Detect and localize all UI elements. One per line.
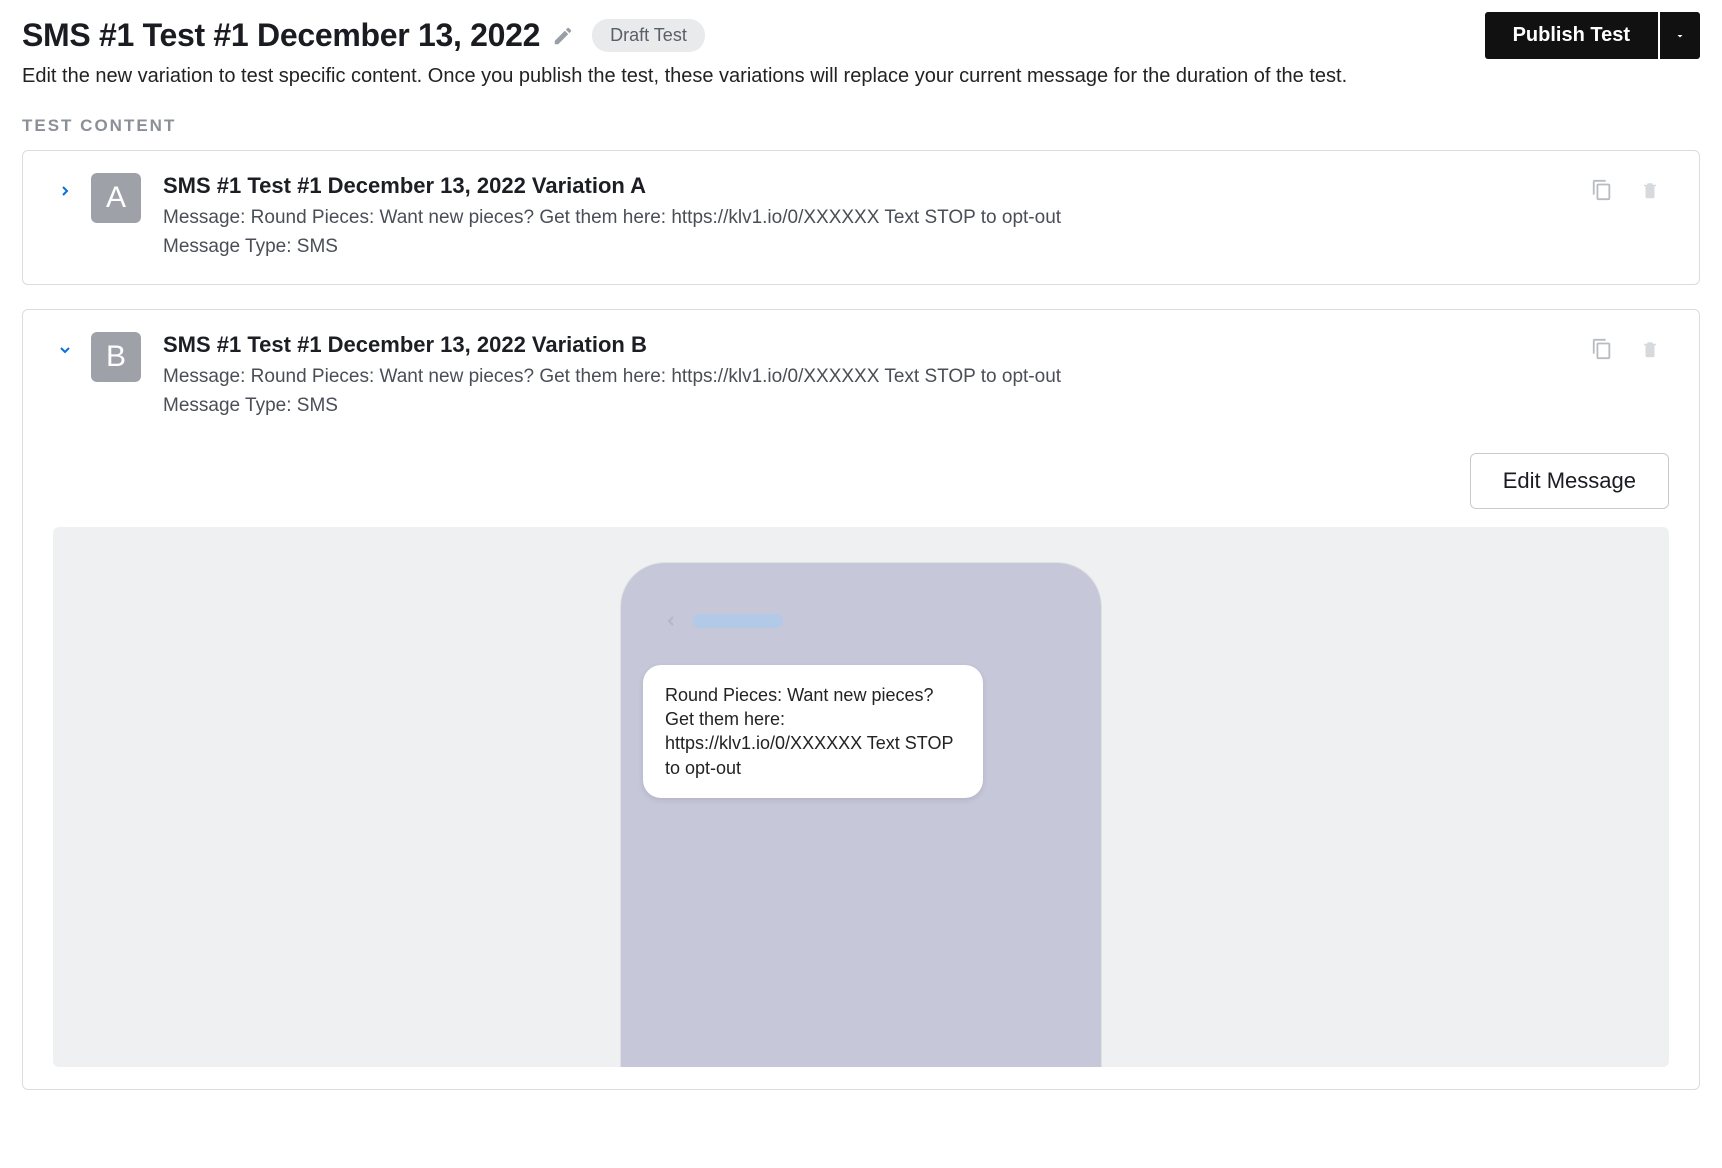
copy-icon[interactable] bbox=[1591, 179, 1613, 201]
variation-card-a: A SMS #1 Test #1 December 13, 2022 Varia… bbox=[22, 150, 1700, 285]
type-value: SMS bbox=[297, 236, 338, 257]
contact-pill bbox=[693, 614, 783, 628]
variation-card-b: B SMS #1 Test #1 December 13, 2022 Varia… bbox=[22, 309, 1700, 1090]
copy-icon[interactable] bbox=[1591, 338, 1613, 360]
variation-info: SMS #1 Test #1 December 13, 2022 Variati… bbox=[163, 332, 1591, 421]
caret-down-icon bbox=[1674, 30, 1686, 42]
chevron-down-icon[interactable] bbox=[53, 342, 77, 358]
type-label: Message Type: bbox=[163, 236, 297, 257]
message-label: Message: bbox=[163, 207, 251, 228]
message-label: Message: bbox=[163, 366, 251, 387]
edit-message-button[interactable]: Edit Message bbox=[1470, 453, 1669, 509]
variation-message-line: Message: Round Pieces: Want new pieces? … bbox=[163, 362, 1591, 391]
page-header: SMS #1 Test #1 December 13, 2022 Draft T… bbox=[22, 12, 1700, 59]
message-text: Round Pieces: Want new pieces? Get them … bbox=[251, 207, 1061, 228]
section-label: TEST CONTENT bbox=[22, 116, 1700, 136]
trash-icon[interactable] bbox=[1641, 179, 1659, 201]
variation-letter-badge: B bbox=[91, 332, 141, 382]
chevron-right-icon[interactable] bbox=[53, 183, 77, 199]
variation-letter-badge: A bbox=[91, 173, 141, 223]
variation-title: SMS #1 Test #1 December 13, 2022 Variati… bbox=[163, 173, 1591, 199]
variation-actions bbox=[1591, 179, 1659, 201]
variation-actions bbox=[1591, 338, 1659, 360]
status-badge: Draft Test bbox=[592, 19, 705, 52]
edit-button-row: Edit Message bbox=[53, 453, 1669, 509]
type-label: Message Type: bbox=[163, 395, 297, 416]
variation-header: B SMS #1 Test #1 December 13, 2022 Varia… bbox=[53, 332, 1669, 421]
phone-mockup: Round Pieces: Want new pieces? Get them … bbox=[621, 563, 1101, 1067]
phone-topbar bbox=[643, 613, 1079, 629]
publish-button[interactable]: Publish Test bbox=[1485, 12, 1658, 59]
title-block: SMS #1 Test #1 December 13, 2022 Draft T… bbox=[22, 17, 705, 54]
variation-type-line: Message Type: SMS bbox=[163, 391, 1591, 420]
page-title: SMS #1 Test #1 December 13, 2022 bbox=[22, 17, 540, 54]
type-value: SMS bbox=[297, 395, 338, 416]
variation-title: SMS #1 Test #1 December 13, 2022 Variati… bbox=[163, 332, 1591, 358]
sms-bubble: Round Pieces: Want new pieces? Get them … bbox=[643, 665, 983, 798]
trash-icon[interactable] bbox=[1641, 338, 1659, 360]
pencil-icon[interactable] bbox=[552, 25, 574, 47]
variation-type-line: Message Type: SMS bbox=[163, 232, 1591, 261]
publish-button-group: Publish Test bbox=[1485, 12, 1700, 59]
publish-dropdown-button[interactable] bbox=[1660, 12, 1700, 59]
variation-info: SMS #1 Test #1 December 13, 2022 Variati… bbox=[163, 173, 1591, 262]
sms-preview-area: Round Pieces: Want new pieces? Get them … bbox=[53, 527, 1669, 1067]
message-text: Round Pieces: Want new pieces? Get them … bbox=[251, 366, 1061, 387]
variation-header: A SMS #1 Test #1 December 13, 2022 Varia… bbox=[53, 173, 1669, 262]
back-caret-icon bbox=[663, 613, 679, 629]
page-description: Edit the new variation to test specific … bbox=[22, 65, 1700, 88]
variation-message-line: Message: Round Pieces: Want new pieces? … bbox=[163, 203, 1591, 232]
